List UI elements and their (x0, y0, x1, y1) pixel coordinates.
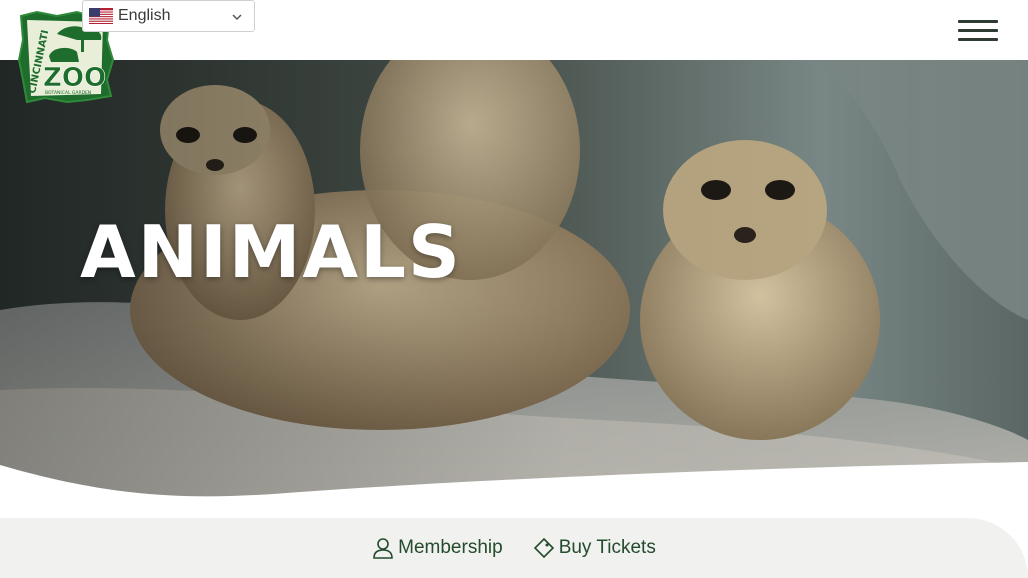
ticket-icon (533, 537, 554, 559)
menu-line (958, 29, 998, 32)
page-title: ANIMALS (80, 210, 462, 294)
menu-line (958, 20, 998, 23)
page: ANIMALS CINCINNATI ZOO BOTANICAL GARDEN (0, 0, 1028, 578)
buy-tickets-link[interactable]: Buy Tickets (533, 537, 656, 559)
buy-tickets-label: Buy Tickets (558, 537, 656, 558)
us-flag-icon (89, 8, 113, 24)
membership-link[interactable]: Membership (372, 537, 503, 559)
quick-links-bar: Membership Buy Tickets (0, 518, 1028, 578)
logo-text-main: ZOO (43, 63, 106, 93)
menu-line (958, 38, 998, 41)
hero-banner: ANIMALS (0, 60, 1028, 500)
membership-label: Membership (398, 537, 503, 558)
hamburger-menu-icon[interactable] (958, 20, 998, 41)
logo-text-sub: BOTANICAL GARDEN (45, 90, 91, 96)
language-select[interactable]: English (82, 0, 255, 32)
user-icon (373, 538, 393, 559)
chevron-down-icon (232, 14, 242, 21)
language-label: English (118, 7, 171, 24)
